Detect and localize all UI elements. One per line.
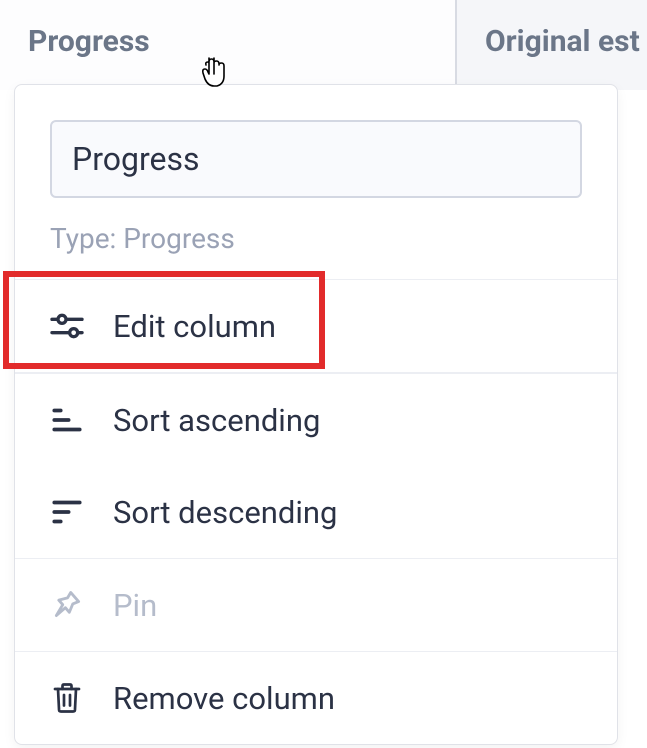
column-header-row: Progress Original est [0, 0, 647, 90]
sort-ascending-item[interactable]: Sort ascending [15, 374, 617, 466]
menu-section: Pin [15, 558, 617, 651]
menu-section: Edit column [15, 279, 617, 373]
menu-item-label: Sort descending [113, 494, 337, 531]
remove-column-item[interactable]: Remove column [15, 652, 617, 744]
column-header-label: Progress [28, 24, 150, 59]
menu-item-label: Sort ascending [113, 402, 320, 439]
sort-desc-icon [45, 490, 89, 534]
sort-descending-item[interactable]: Sort descending [15, 466, 617, 558]
column-header-original-estimate[interactable]: Original est [456, 0, 647, 90]
sort-asc-icon [45, 398, 89, 442]
menu-item-label: Remove column [113, 680, 335, 717]
column-menu-dropdown: Type: Progress Edit column [14, 84, 618, 745]
menu-item-label: Edit column [113, 308, 276, 345]
menu-section: Sort ascending Sort descending [15, 373, 617, 558]
column-type-label: Type: Progress [50, 222, 582, 255]
column-name-input[interactable] [50, 120, 582, 198]
sliders-icon [45, 304, 89, 348]
column-header-progress[interactable]: Progress [0, 0, 456, 90]
column-header-label: Original est [485, 24, 640, 59]
menu-section: Remove column [15, 651, 617, 744]
trash-icon [45, 676, 89, 720]
menu-item-label: Pin [113, 587, 157, 624]
pin-icon [45, 583, 89, 627]
edit-column-item[interactable]: Edit column [15, 280, 617, 373]
pin-item[interactable]: Pin [15, 559, 617, 651]
dropdown-header: Type: Progress [15, 85, 617, 279]
